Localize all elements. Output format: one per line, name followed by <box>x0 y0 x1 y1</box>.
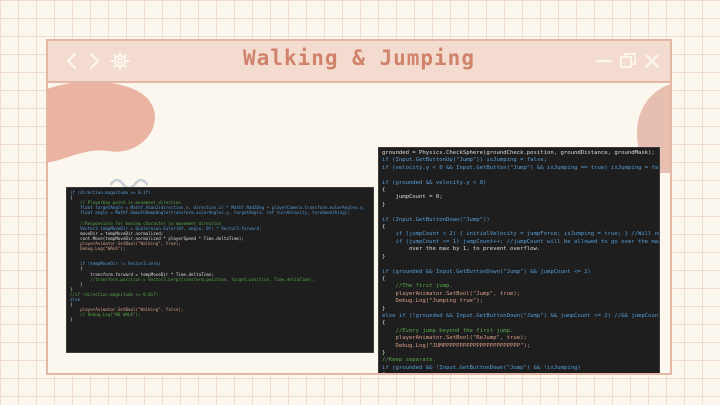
code-line: if (jumpCount < 2) { initialVelocity = j… <box>382 231 660 238</box>
title-bar: Walking & Jumping <box>48 41 670 83</box>
code-line: { <box>382 224 386 231</box>
code-line: over the max by 1, to prevent overflow. <box>382 246 541 253</box>
code-line: //The first jump. <box>382 283 453 290</box>
app-window: Walking & Jumping if (direction.magnitud… <box>46 39 672 375</box>
code-line: if (Input.GetButtonDown("Jump")) <box>382 216 490 223</box>
code-line: } <box>382 349 386 356</box>
peach-blob-shape <box>48 83 155 163</box>
code-line: if (velocity.y < 0 && Input.GetButton("J… <box>382 164 660 171</box>
code-line: if (jumpCount <= 1) jumpCount++; //jumpC… <box>382 238 660 245</box>
code-line: if (grounded && velocity.y < 0) <box>382 179 487 186</box>
code-line: if (grounded && Input.GetButtonDown("Jum… <box>382 268 591 275</box>
code-line: { <box>382 187 386 194</box>
code-panel-walking[interactable]: if (direction.magnitude >= 0.1f){ // Pla… <box>66 187 374 353</box>
code-line: else if (!grounded && Input.GetButtonDow… <box>382 312 660 319</box>
code-line: //Keep separate. <box>382 357 436 364</box>
code-line: playerAnimator.SetBool("Jump", true); <box>382 290 521 297</box>
code-panel-jumping[interactable]: grounded = Physics.CheckSphere(groundChe… <box>378 147 660 373</box>
code-line: grounded = Physics.CheckSphere(groundChe… <box>382 150 655 156</box>
code-line: playerAnimator.SetBool("ReJump", true); <box>382 335 527 342</box>
code-line: { <box>382 275 386 282</box>
code-line: if (Input.GetButtonUp("Jump")) isJumping… <box>382 157 548 164</box>
code-line: jumpCount = 0; <box>382 194 443 201</box>
code-line: } <box>382 201 386 208</box>
code-line: } <box>382 253 386 260</box>
content-area: if (direction.magnitude >= 0.1f){ // Pla… <box>48 83 670 373</box>
code-line: Debug.Log("Jumping true"); <box>382 298 484 305</box>
restore-icon[interactable] <box>618 51 638 71</box>
code-line: { <box>382 320 386 327</box>
code-line: if (grounded && !Input.GetButtonDown("Ju… <box>382 364 581 371</box>
code-line: //Every jump beyond the first jump. <box>382 327 514 334</box>
window-title: Walking & Jumping <box>243 46 475 70</box>
close-icon[interactable] <box>642 51 662 71</box>
code-line: { <box>382 372 656 373</box>
code-line: } <box>70 317 73 323</box>
code-line: float angle = Mathf.SmoothDampAngle(tran… <box>70 210 350 216</box>
code-line: } <box>382 305 386 312</box>
minimize-icon[interactable] <box>594 51 614 71</box>
code-line: Debug.Log("JUMPPPPPPPPPPPPPPPPPPPPPPP"); <box>382 342 531 349</box>
